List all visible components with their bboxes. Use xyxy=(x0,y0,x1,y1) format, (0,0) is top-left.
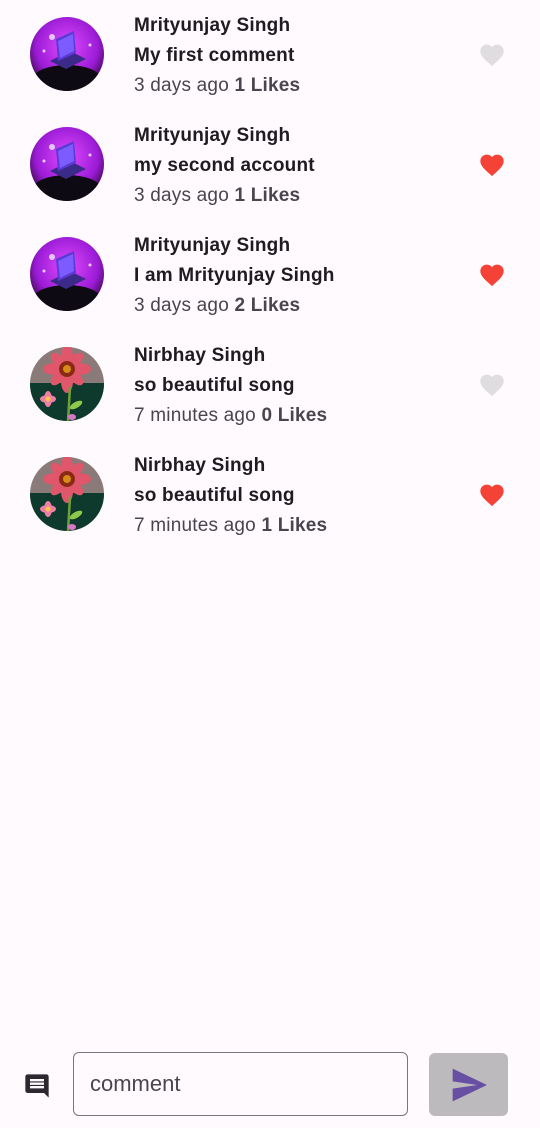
comment-author: Nirbhay Singh xyxy=(134,455,266,476)
comment-text: my second account xyxy=(134,155,315,176)
likes-count: 1 xyxy=(234,75,246,96)
likes-count: 2 xyxy=(234,295,246,316)
comment-composer xyxy=(0,1040,540,1128)
heart-icon[interactable] xyxy=(478,261,506,287)
likes-label: Likes xyxy=(277,405,328,426)
likes-label: Likes xyxy=(277,515,328,536)
comment-meta: 7 minutes ago 1 Likes xyxy=(134,512,327,542)
comment-author: Mrityunjay Singh xyxy=(134,15,291,36)
likes-label: Likes xyxy=(250,295,301,316)
comment-author: Mrityunjay Singh xyxy=(134,235,291,256)
heart-icon[interactable] xyxy=(478,481,506,507)
comment-time: 3 days ago xyxy=(134,295,229,316)
comment-input[interactable] xyxy=(74,1053,407,1115)
likes-count: 1 xyxy=(261,515,273,536)
comment-author: Mrityunjay Singh xyxy=(134,125,291,146)
comment-input-field xyxy=(73,1052,408,1116)
comment-item: Nirbhay Singh so beautiful song 7 minute… xyxy=(0,440,540,550)
heart-icon[interactable] xyxy=(478,151,506,177)
laptop-avatar[interactable] xyxy=(30,237,104,311)
comment-meta: 7 minutes ago 0 Likes xyxy=(134,402,327,432)
flower-avatar[interactable] xyxy=(30,457,104,531)
comment-time: 7 minutes ago xyxy=(134,515,256,536)
comment-meta: 3 days ago 1 Likes xyxy=(134,72,300,102)
likes-label: Likes xyxy=(250,75,301,96)
comment-text: I am Mrityunjay Singh xyxy=(134,265,335,286)
comment-time: 7 minutes ago xyxy=(134,405,256,426)
comment-meta: 3 days ago 1 Likes xyxy=(134,182,315,212)
laptop-avatar[interactable] xyxy=(30,17,104,91)
laptop-avatar[interactable] xyxy=(30,127,104,201)
comment-item: Nirbhay Singh so beautiful song 7 minute… xyxy=(0,330,540,440)
comment-text: so beautiful song xyxy=(134,375,295,396)
comment-item: Mrityunjay Singh My first comment 3 days… xyxy=(0,0,540,110)
likes-count: 0 xyxy=(261,405,273,426)
comment-time: 3 days ago xyxy=(134,185,229,206)
send-button[interactable] xyxy=(429,1053,508,1116)
send-icon xyxy=(452,1068,487,1102)
comment-item: Mrityunjay Singh my second account 3 day… xyxy=(0,110,540,220)
flower-avatar[interactable] xyxy=(30,347,104,421)
comment-author: Nirbhay Singh xyxy=(134,345,266,366)
comment-item: Mrityunjay Singh I am Mrityunjay Singh 3… xyxy=(0,220,540,330)
heart-icon[interactable] xyxy=(478,371,506,397)
comment-time: 3 days ago xyxy=(134,75,229,96)
likes-count: 1 xyxy=(234,185,246,206)
heart-icon[interactable] xyxy=(478,41,506,67)
comment-text: My first comment xyxy=(134,45,295,66)
comment-meta: 3 days ago 2 Likes xyxy=(134,292,335,322)
likes-label: Likes xyxy=(250,185,301,206)
comments-list: Mrityunjay Singh My first comment 3 days… xyxy=(0,0,540,550)
comment-text: so beautiful song xyxy=(134,485,295,506)
comment-icon xyxy=(23,1072,51,1100)
